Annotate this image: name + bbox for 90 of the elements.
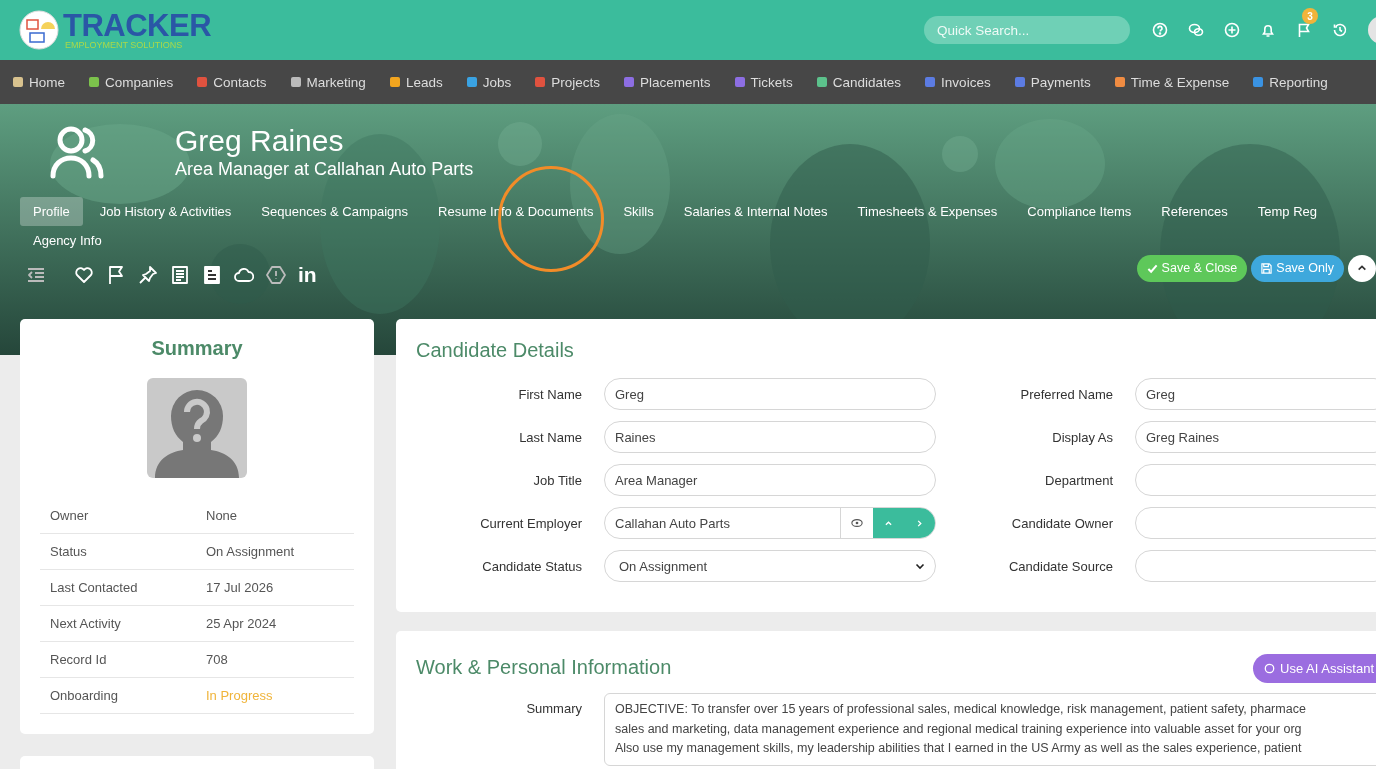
- chevron-icon: [915, 561, 925, 571]
- nav-item[interactable]: Companies: [89, 74, 174, 90]
- select-field[interactable]: On Assignment: [604, 550, 936, 582]
- ai-assistant-button[interactable]: Use AI Assistant: [1253, 654, 1376, 683]
- field-label: Last Name: [518, 429, 582, 445]
- nav-item[interactable]: Reporting: [1253, 74, 1328, 90]
- check-icon: [1146, 262, 1158, 274]
- field-label: Candidate Source: [1007, 558, 1113, 574]
- input-field[interactable]: Greg: [604, 378, 936, 410]
- candidate-subtitle: Area Manager at Callahan Auto Parts: [175, 159, 474, 180]
- nav-item[interactable]: Leads: [389, 74, 443, 90]
- field-value: On Assignment: [206, 544, 295, 559]
- nav-item[interactable]: Time & Expense: [1114, 74, 1230, 90]
- nav-item[interactable]: Candidates: [816, 74, 902, 90]
- caret-icon: [1357, 263, 1367, 273]
- tab[interactable]: Timesheets & Expenses: [844, 197, 1011, 226]
- field-label: Job Title: [532, 472, 582, 488]
- add-icon[interactable]: [1224, 22, 1240, 38]
- field-label: Candidate Owner: [1010, 515, 1113, 531]
- tab[interactable]: Temp Reg: [1244, 197, 1331, 226]
- nav-item[interactable]: Marketing: [290, 74, 366, 90]
- field-label: First Name: [517, 386, 582, 402]
- search-field[interactable]: Quick Search...: [924, 16, 1130, 44]
- input-field[interactable]: Area Manager: [604, 464, 936, 496]
- cloud-icon[interactable]: [234, 265, 254, 285]
- field-label: Current Employer: [479, 515, 582, 531]
- field-value: 708: [206, 652, 228, 667]
- field-label: Preferred Name: [1019, 386, 1113, 402]
- candidate-name: Greg Raines: [175, 124, 345, 157]
- caret-right-icon: [916, 519, 923, 527]
- field-label: Candidate Status: [481, 558, 582, 574]
- bell-icon[interactable]: [1260, 22, 1276, 38]
- document-icon[interactable]: [170, 265, 190, 285]
- logo-icon: [19, 10, 59, 50]
- brand-tagline: EMPLOYMENT SOLUTIONS: [65, 41, 184, 50]
- field-label: Onboarding: [50, 688, 119, 703]
- help-icon[interactable]: [1152, 22, 1168, 38]
- field-label: Next Activity: [50, 616, 122, 631]
- input-field[interactable]: Raines: [604, 421, 936, 453]
- tab[interactable]: Job History & Activities: [86, 197, 245, 226]
- avatar-placeholder-icon: [147, 378, 247, 478]
- field-value: None: [206, 508, 238, 523]
- field-label: Display As: [1051, 429, 1113, 445]
- input-field[interactable]: [1135, 507, 1376, 539]
- history-icon[interactable]: [1332, 22, 1348, 38]
- field-label: Department: [1044, 472, 1113, 488]
- input-field[interactable]: Greg Raines: [1135, 421, 1376, 453]
- card-title: Candidate Details: [416, 339, 575, 362]
- flag-icon[interactable]: [106, 265, 126, 285]
- caret-up-icon: [885, 519, 892, 527]
- card-title: Summary: [151, 337, 243, 360]
- card-title: Work & Personal Information: [416, 655, 672, 679]
- nav-item[interactable]: Jobs: [466, 74, 512, 90]
- nav-item[interactable]: Contacts: [197, 74, 267, 90]
- input-field[interactable]: [1135, 550, 1376, 582]
- nav-item[interactable]: Tickets: [734, 74, 793, 90]
- heart-icon[interactable]: [74, 265, 94, 285]
- tab[interactable]: Agency Info: [20, 226, 115, 255]
- tab[interactable]: Sequences & Campaigns: [248, 197, 422, 226]
- nav-item[interactable]: Invoices: [925, 74, 991, 90]
- field-value: In Progress: [206, 688, 273, 703]
- field-label: Record Id: [50, 652, 108, 667]
- nav-item[interactable]: Payments: [1014, 74, 1091, 90]
- brand-name: TRACKER: [63, 10, 212, 41]
- field-label: Owner: [50, 508, 90, 523]
- notification-badge: 3: [1302, 8, 1318, 24]
- field-label: Last Contacted: [50, 580, 139, 595]
- nav-item[interactable]: Home: [13, 74, 65, 90]
- tab[interactable]: References: [1148, 197, 1241, 226]
- nav-item[interactable]: Placements: [624, 74, 711, 90]
- users-icon: [49, 124, 105, 180]
- outdent-icon[interactable]: [26, 265, 46, 285]
- tab[interactable]: Salaries & Internal Notes: [670, 197, 841, 226]
- field-value: 25 Apr 2024: [206, 616, 277, 631]
- lookup-field[interactable]: Callahan Auto Parts: [604, 507, 936, 539]
- floppy-icon: [1261, 262, 1273, 274]
- input-field[interactable]: [1135, 464, 1376, 496]
- input-field[interactable]: Greg: [1135, 378, 1376, 410]
- linkedin-icon[interactable]: in: [298, 265, 317, 285]
- field-value: 17 Jul 2026: [206, 580, 274, 595]
- field-label: Summary: [525, 700, 582, 718]
- pin-icon[interactable]: [138, 265, 158, 285]
- alert-icon[interactable]: [266, 265, 286, 285]
- nav-item[interactable]: Projects: [535, 74, 600, 90]
- step-buttons[interactable]: [873, 508, 935, 538]
- notes-icon[interactable]: [202, 265, 222, 285]
- tab[interactable]: Skills: [610, 197, 667, 226]
- tab[interactable]: Compliance Items: [1014, 197, 1145, 226]
- summary-textarea[interactable]: OBJECTIVE: To transfer over 15 years of professional sales, medical knowledge, risk management, patient safety, pharmace sales and marketing, data management experience and regional medical training experience into valuable asset for your org Also use my management skills, my leadership abilities that I earned in the US Army as well as the sales experience, patient: [604, 693, 1376, 766]
- field-label: Status: [50, 544, 88, 559]
